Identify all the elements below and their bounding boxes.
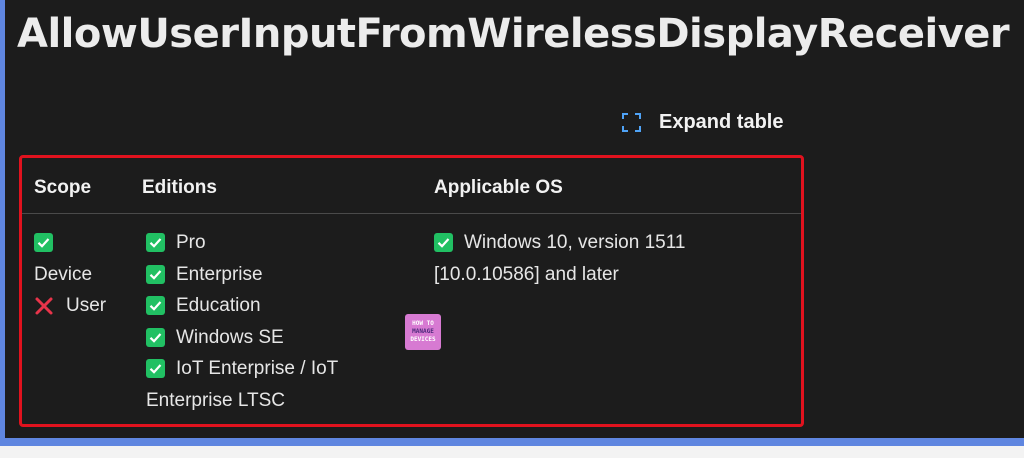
- os-cell: Windows 10, version 1511 [10.0.10586] an…: [434, 227, 685, 290]
- logo-text-1: HOW TO: [412, 320, 434, 327]
- edition-item: Windows SE: [146, 322, 338, 354]
- edition-label: Windows SE: [176, 326, 284, 348]
- expand-icon: [622, 112, 641, 132]
- edition-item: IoT Enterprise / IoT: [146, 353, 338, 385]
- edition-item: Education: [146, 290, 338, 322]
- scope-cell: Device User: [34, 227, 106, 322]
- check-icon: [146, 327, 165, 347]
- check-icon: [146, 359, 165, 379]
- content-panel: AllowUserInputFromWirelessDisplayReceive…: [5, 0, 1024, 438]
- check-icon: [146, 264, 165, 284]
- header-divider: [22, 213, 801, 214]
- logo-text-3: DEVICES: [410, 336, 436, 343]
- expand-table-button[interactable]: Expand table: [622, 108, 783, 136]
- howtomanagedevices-logo: HOW TO MANAGE DEVICES: [405, 314, 441, 350]
- editions-cell: Pro Enterprise Education Windows SE IoT …: [146, 227, 338, 416]
- edition-item: Enterprise: [146, 259, 338, 291]
- os-build-line: [10.0.10586] and later: [434, 263, 619, 285]
- edition-label: Enterprise: [176, 263, 263, 285]
- edition-item: Pro: [146, 227, 338, 259]
- header-scope: Scope: [34, 177, 92, 198]
- edition-label-wrap: Enterprise LTSC: [146, 389, 286, 411]
- edition-label: Pro: [176, 232, 206, 253]
- check-icon: [146, 233, 165, 253]
- os-version-line: Windows 10, version 1511: [464, 232, 686, 253]
- logo-text-2: MANAGE: [412, 328, 434, 335]
- edition-label: IoT Enterprise / IoT: [176, 358, 339, 379]
- scope-device: Device: [34, 263, 93, 285]
- page-title: AllowUserInputFromWirelessDisplayReceive…: [17, 11, 1010, 57]
- check-icon: [434, 233, 453, 253]
- check-icon: [34, 233, 53, 253]
- header-editions: Editions: [142, 177, 217, 198]
- header-applicable-os: Applicable OS: [434, 177, 563, 198]
- scope-user: User: [66, 295, 107, 316]
- bottom-strip: [0, 446, 1024, 458]
- cross-icon: [35, 297, 53, 315]
- edition-label: Education: [176, 295, 261, 316]
- policy-table: Scope Editions Applicable OS Device User: [19, 155, 804, 427]
- check-icon: [146, 296, 165, 316]
- expand-table-label: Expand table: [659, 110, 784, 133]
